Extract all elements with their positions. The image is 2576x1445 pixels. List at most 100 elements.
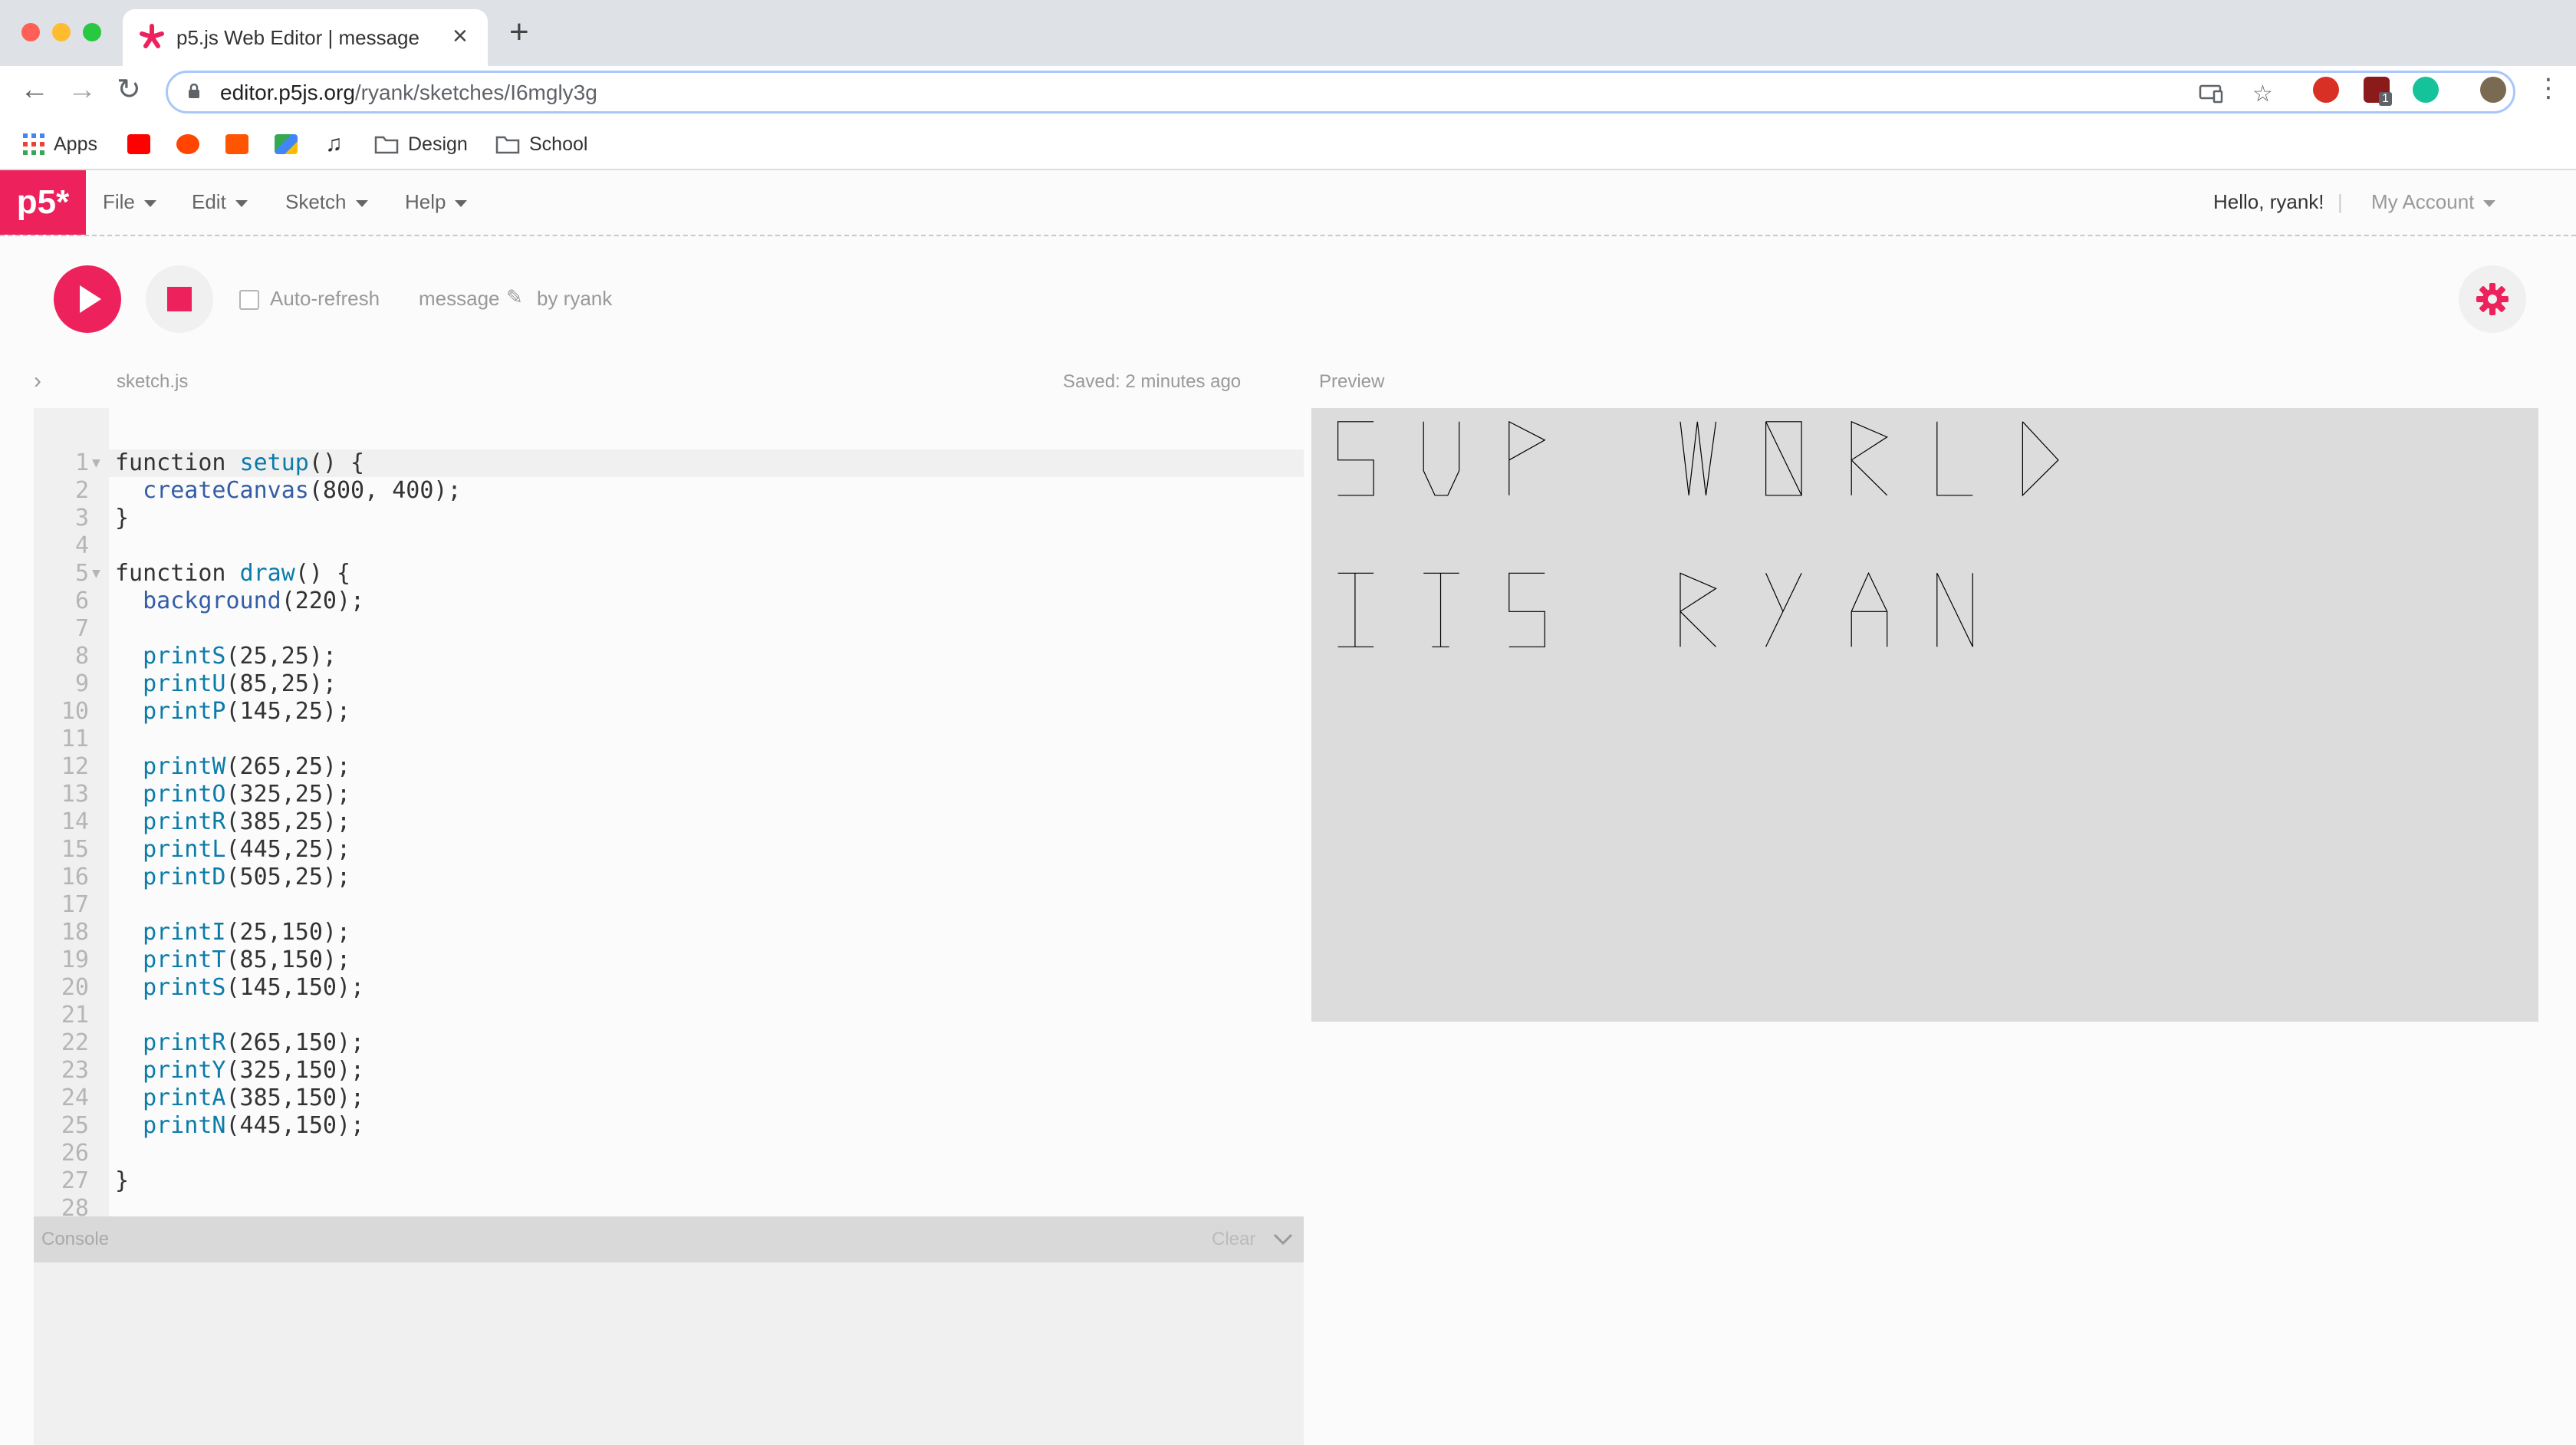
code-text: printP(145,25); <box>143 698 351 725</box>
letter-stroke <box>1765 573 1784 612</box>
line-number: 1 <box>74 449 89 476</box>
letter-stroke <box>1508 420 1546 495</box>
code-text: printT(85,150); <box>143 946 351 973</box>
letter-stroke <box>1851 571 1888 647</box>
bookmark-youtube[interactable] <box>127 129 160 160</box>
bookmark-maps[interactable] <box>275 129 307 160</box>
letter-stroke <box>1936 573 1973 647</box>
bookmark-soundcloud[interactable] <box>225 129 258 160</box>
code-editor[interactable]: 1 ▼ function setup() {2 createCanvas(800, … <box>34 408 1304 1216</box>
letter-stroke <box>1679 421 1717 495</box>
browser-toolbar: ← → ↻ editor.p5js.org/ryank/sketches/I6m… <box>0 66 2576 121</box>
line-number: 25 <box>61 1112 89 1139</box>
bookmark-music[interactable]: ♫ <box>325 129 343 160</box>
line-number: 15 <box>61 836 89 863</box>
preview-canvas <box>1311 408 2538 1022</box>
address-bar[interactable]: editor.p5js.org/ryank/sketches/I6mgly3g … <box>166 71 2515 114</box>
browser-tab-bar: p5.js Web Editor | message × + <box>0 0 2576 66</box>
adblock-extension-icon[interactable] <box>2313 77 2339 103</box>
letter-stroke <box>1337 421 1374 496</box>
menu-label: Help <box>405 190 446 213</box>
auto-refresh-checkbox[interactable] <box>239 290 259 310</box>
line-number: 12 <box>61 753 89 780</box>
bookmark-star-icon[interactable]: ☆ <box>2252 81 2273 107</box>
console-clear-button[interactable]: Clear <box>1212 1229 1255 1250</box>
browser-tab[interactable]: p5.js Web Editor | message × <box>123 9 488 66</box>
code-text: } <box>115 505 130 532</box>
fold-toggle-icon[interactable]: ▼ <box>92 560 100 588</box>
new-tab-icon[interactable]: + <box>509 15 529 49</box>
letter-stroke <box>1423 421 1460 496</box>
saved-status: Saved: 2 minutes ago <box>1063 371 1242 392</box>
code-text: function setup() { <box>115 449 365 476</box>
line-number: 11 <box>61 726 89 752</box>
bookmark-folder-design[interactable]: Design <box>374 129 468 160</box>
url-text: editor.p5js.org/ryank/sketches/I6mgly3g <box>220 81 597 104</box>
line-number: 14 <box>61 808 89 835</box>
my-account-menu[interactable]: My Account <box>2371 190 2496 214</box>
code-text: background(220); <box>143 588 365 614</box>
letter-stroke <box>1765 421 1802 496</box>
letter-stroke <box>2022 421 2059 497</box>
maps-icon <box>275 134 298 154</box>
bookmarks-bar: Apps ♫ Design School <box>0 121 2576 170</box>
chevron-down-icon <box>143 199 156 207</box>
bookmark-reddit[interactable] <box>176 129 209 160</box>
bookmark-label: Apps <box>54 133 97 155</box>
maximize-window-button[interactable] <box>83 23 101 41</box>
reddit-icon <box>176 134 199 154</box>
file-tab-name[interactable]: sketch.js <box>117 371 188 393</box>
code-text: printR(265,150); <box>143 1029 365 1056</box>
sketch-name[interactable]: message <box>419 287 500 311</box>
letter-stroke <box>1851 420 1888 496</box>
fold-toggle-icon[interactable]: ▼ <box>92 449 100 477</box>
bookmark-folder-school[interactable]: School <box>495 129 587 160</box>
auto-refresh-label: Auto-refresh <box>270 287 380 310</box>
back-icon[interactable]: ← <box>20 75 49 104</box>
console-header: Console Clear <box>34 1216 1304 1262</box>
greeting: Hello, ryank! <box>2213 190 2324 213</box>
cast-icon[interactable] <box>2199 84 2223 104</box>
line-number: 24 <box>61 1085 89 1111</box>
close-window-button[interactable] <box>21 23 40 41</box>
code-text: printA(385,150); <box>143 1085 365 1111</box>
menu-sketch[interactable]: Sketch <box>285 190 368 214</box>
pencil-icon[interactable]: ✎ <box>506 285 523 309</box>
forward-icon[interactable]: → <box>67 75 97 104</box>
letter-stroke <box>1936 421 1973 496</box>
soundcloud-icon <box>225 134 248 154</box>
settings-button[interactable] <box>2459 265 2526 333</box>
p5-logo[interactable]: p5* <box>0 170 86 235</box>
bookmark-apps[interactable]: Apps <box>23 129 97 160</box>
line-number: 5 <box>74 560 89 587</box>
expand-sidebar-icon[interactable]: › <box>34 368 41 394</box>
grammarly-extension-icon[interactable] <box>2413 77 2439 103</box>
gear-icon <box>2476 283 2509 315</box>
line-number: 13 <box>61 781 89 808</box>
collapse-console-icon[interactable] <box>1273 1233 1293 1246</box>
menu-edit[interactable]: Edit <box>192 190 248 214</box>
code-text: printS(145,150); <box>143 974 365 1001</box>
close-tab-icon[interactable]: × <box>452 21 468 51</box>
chevron-down-icon <box>455 199 468 207</box>
profile-avatar[interactable] <box>2480 77 2506 103</box>
code-text: printI(25,150); <box>143 919 351 946</box>
privacy-extension-icon[interactable]: 1 <box>2364 77 2392 106</box>
chevron-down-icon <box>355 199 368 207</box>
code-text: printR(385,25); <box>143 808 351 835</box>
line-number: 20 <box>61 974 89 1001</box>
reload-icon[interactable]: ↻ <box>117 75 141 104</box>
menu-label: File <box>103 190 135 213</box>
chrome-menu-icon[interactable]: ⋮ <box>2535 75 2561 101</box>
stop-button[interactable] <box>146 265 213 333</box>
menu-file[interactable]: File <box>103 190 156 214</box>
play-button[interactable] <box>54 265 121 333</box>
minimize-window-button[interactable] <box>52 23 71 41</box>
letter-stroke <box>1679 572 1717 647</box>
code-text: printN(445,150); <box>143 1112 365 1139</box>
line-number: 4 <box>74 532 89 559</box>
music-note-icon: ♫ <box>325 131 343 156</box>
folder-icon <box>495 136 520 154</box>
menu-help[interactable]: Help <box>405 190 468 214</box>
code-text: printY(325,150); <box>143 1057 365 1084</box>
